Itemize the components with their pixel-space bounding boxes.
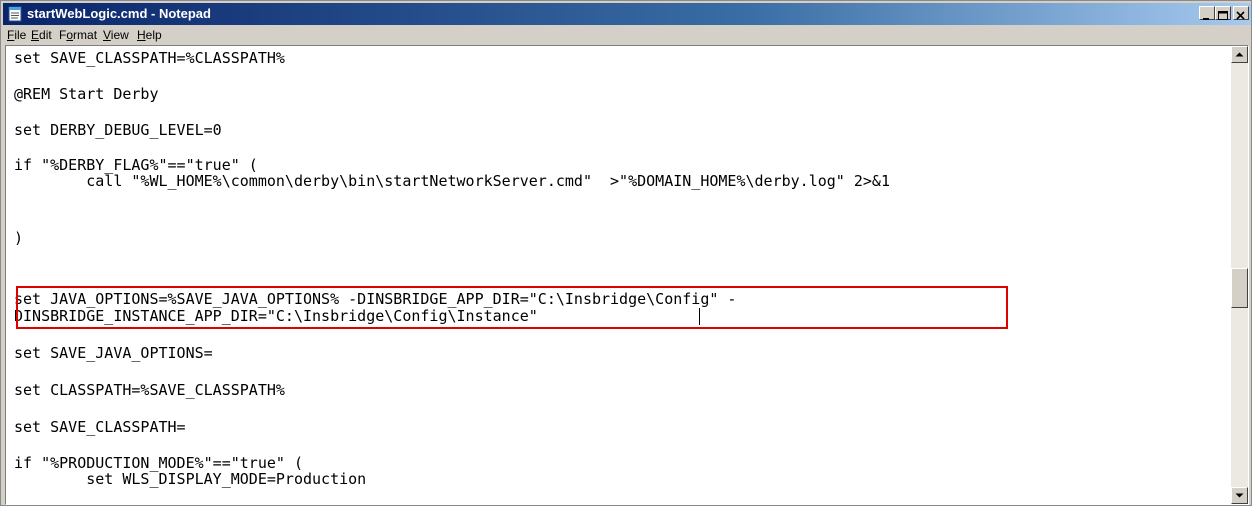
code-line: set DERBY_DEBUG_LEVEL=0 <box>14 121 222 139</box>
menu-help-label-post: elp <box>145 28 162 42</box>
scrollbar-thumb[interactable] <box>1231 268 1248 308</box>
maximize-icon <box>1218 11 1228 20</box>
menu-edit-label-post: dit <box>39 28 52 42</box>
highlight-box <box>16 286 1008 329</box>
menu-edit[interactable]: Edit <box>31 28 52 42</box>
menu-view[interactable]: View <box>103 28 129 42</box>
menu-help-mnemonic: H <box>137 28 146 42</box>
window-title: startWebLogic.cmd - Notepad <box>27 6 211 21</box>
menu-edit-mnemonic: E <box>31 28 40 42</box>
code-line: set WLS_DISPLAY_MODE=Production <box>14 470 367 488</box>
editor-text-area[interactable]: set SAVE_CLASSPATH=%CLASSPATH% @REM Star… <box>14 50 1219 502</box>
scroll-down-arrow-icon <box>1235 493 1244 498</box>
code-line: set SAVE_JAVA_OPTIONS= <box>14 344 213 362</box>
scroll-up-arrow-icon <box>1235 52 1244 57</box>
menu-format-label-post: rmat <box>73 28 98 42</box>
close-button[interactable] <box>1233 6 1249 20</box>
code-line: @REM Start Derby <box>14 85 159 103</box>
menu-view-mnemonic: V <box>103 28 111 42</box>
menu-help[interactable]: Help <box>137 28 162 42</box>
maximize-button[interactable] <box>1215 6 1231 20</box>
menu-bar: File Edit Format View Help <box>3 25 1251 44</box>
close-icon <box>1236 11 1245 20</box>
minimize-icon <box>1203 18 1209 20</box>
menu-file[interactable]: File <box>7 28 26 42</box>
notepad-icon[interactable] <box>7 6 23 22</box>
code-line: set CLASSPATH=%SAVE_CLASSPATH% <box>14 381 285 399</box>
scroll-down-button[interactable] <box>1231 487 1248 504</box>
menu-file-label-post: ile <box>14 28 27 42</box>
minimize-button[interactable] <box>1199 6 1215 20</box>
menu-view-label-post: iew <box>110 28 129 42</box>
code-line: set SAVE_CLASSPATH=%CLASSPATH% <box>14 50 285 67</box>
code-line: ) <box>14 229 24 247</box>
menu-format[interactable]: Format <box>59 28 97 42</box>
code-line: set SAVE_CLASSPATH= <box>14 418 186 436</box>
title-bar[interactable]: startWebLogic.cmd - Notepad <box>3 3 1251 25</box>
vertical-scrollbar[interactable] <box>1231 46 1248 504</box>
notepad-window: startWebLogic.cmd - Notepad File Edit Fo… <box>0 0 1252 506</box>
text-editor[interactable]: set SAVE_CLASSPATH=%CLASSPATH% @REM Star… <box>5 45 1249 505</box>
code-line: call "%WL_HOME%\common\derby\bin\startNe… <box>14 172 890 190</box>
scroll-up-button[interactable] <box>1231 46 1248 63</box>
